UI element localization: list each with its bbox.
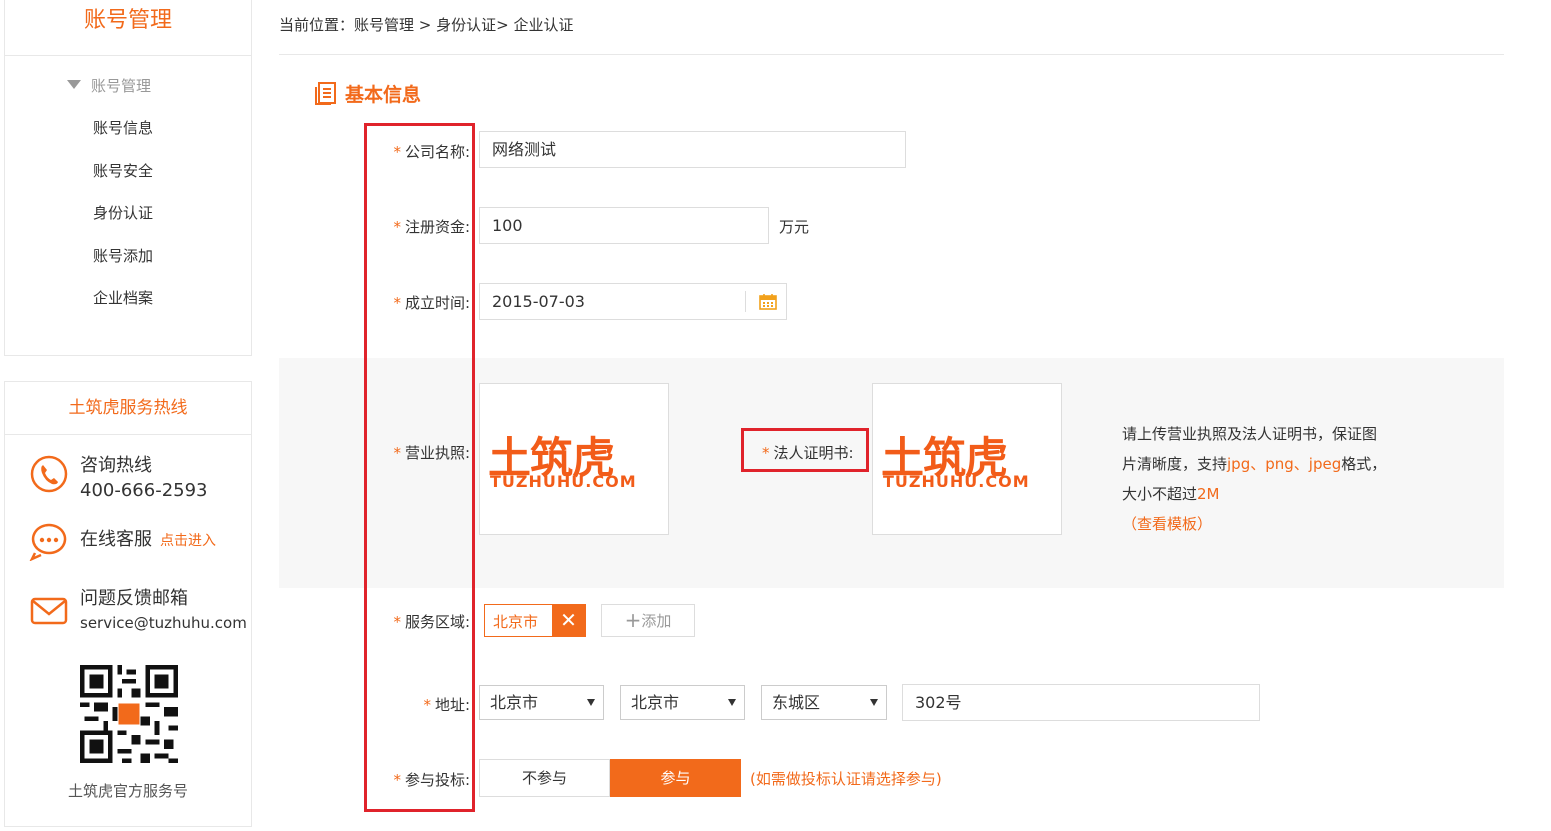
- dropdown-arrow-icon: [728, 699, 736, 706]
- chat-bubble-icon: [29, 523, 67, 561]
- business-license-upload[interactable]: 土筑虎 TUZHUHU.COM: [479, 383, 669, 535]
- founded-date-input[interactable]: 2015-07-03: [479, 283, 787, 320]
- founded-date-value: 2015-07-03: [492, 292, 585, 311]
- view-template-link[interactable]: （查看模板）: [1122, 509, 1412, 539]
- hotline-number: 400-666-2593: [80, 480, 208, 501]
- section-title-text: 基本信息: [345, 84, 422, 106]
- sidebar-item-add-account[interactable]: 账号添加: [93, 244, 153, 268]
- calendar-icon[interactable]: [759, 293, 777, 310]
- dropdown-arrow-icon: [870, 699, 878, 706]
- bidding-note: (如需做投标认证请选择参与): [750, 770, 942, 788]
- account-panel-title: 账号管理: [5, 0, 251, 56]
- bid-no-button[interactable]: 不参与: [479, 759, 610, 797]
- breadcrumb-divider: [279, 54, 1504, 55]
- plus-icon: +: [624, 608, 642, 632]
- service-area-tag: 北京市 ✕: [484, 604, 586, 637]
- service-area-tag-label: 北京市: [493, 613, 539, 631]
- sidebar-item-identity-auth[interactable]: 身份认证: [93, 201, 153, 225]
- sidebar-item-account-security[interactable]: 账号安全: [93, 159, 153, 183]
- labels-highlight-box: [364, 123, 475, 812]
- email-label: 问题反馈邮箱: [80, 588, 188, 609]
- dropdown-arrow-icon: [587, 699, 595, 706]
- nav-group-account[interactable]: 账号管理: [67, 74, 151, 98]
- upload-hint: 请上传营业执照及法人证明书，保证图 片清晰度，支持jpg、png、jpeg格式，…: [1122, 419, 1412, 539]
- qr-caption: 土筑虎官方服务号: [67, 782, 188, 800]
- license-logo-domain: TUZHUHU.COM: [490, 472, 637, 491]
- document-list-icon: [315, 82, 336, 105]
- registered-capital-input[interactable]: 100: [479, 207, 769, 244]
- bid-yes-button[interactable]: 参与: [610, 759, 741, 797]
- triangle-down-icon: [67, 80, 81, 89]
- nav-group-label: 账号管理: [91, 77, 152, 95]
- legal-label-highlight-box: [741, 428, 869, 472]
- capital-unit: 万元: [779, 218, 810, 236]
- online-service-label: 在线客服: [80, 529, 152, 550]
- sidebar-item-company-profile[interactable]: 企业档案: [93, 286, 153, 310]
- hotline-label: 咨询热线: [80, 455, 152, 476]
- city-select[interactable]: 北京市: [620, 685, 745, 720]
- province-select[interactable]: 北京市: [479, 685, 604, 720]
- service-panel-title: 土筑虎服务热线: [5, 382, 251, 435]
- mail-icon: [30, 597, 68, 625]
- account-nav-panel: 账号管理 账号管理 账号信息 账号安全 身份认证 账号添加 企业档案: [4, 0, 252, 356]
- online-service-link[interactable]: 点击进入: [160, 533, 216, 549]
- service-panel: 土筑虎服务热线 咨询热线 400-666-2593 在线客服 点击进入 问题反馈邮…: [4, 381, 252, 827]
- company-name-input[interactable]: 网络测试: [479, 131, 906, 168]
- close-icon[interactable]: ✕: [552, 605, 585, 636]
- section-title: 基本信息: [315, 80, 421, 107]
- legal-certificate-upload[interactable]: 土筑虎 TUZHUHU.COM: [872, 383, 1062, 535]
- date-input-divider: [745, 291, 746, 312]
- legal-logo-domain: TUZHUHU.COM: [883, 472, 1030, 491]
- add-area-button[interactable]: +添加: [601, 604, 695, 637]
- phone-icon: [30, 455, 68, 493]
- breadcrumb: 当前位置：账号管理 > 身份认证> 企业认证: [279, 16, 574, 34]
- district-select[interactable]: 东城区: [761, 685, 887, 720]
- sidebar-item-account-info[interactable]: 账号信息: [93, 116, 153, 140]
- email-value[interactable]: service@tuzhuhu.com: [80, 613, 247, 633]
- qr-code-image: [80, 665, 178, 763]
- street-address-input[interactable]: 302号: [902, 684, 1260, 721]
